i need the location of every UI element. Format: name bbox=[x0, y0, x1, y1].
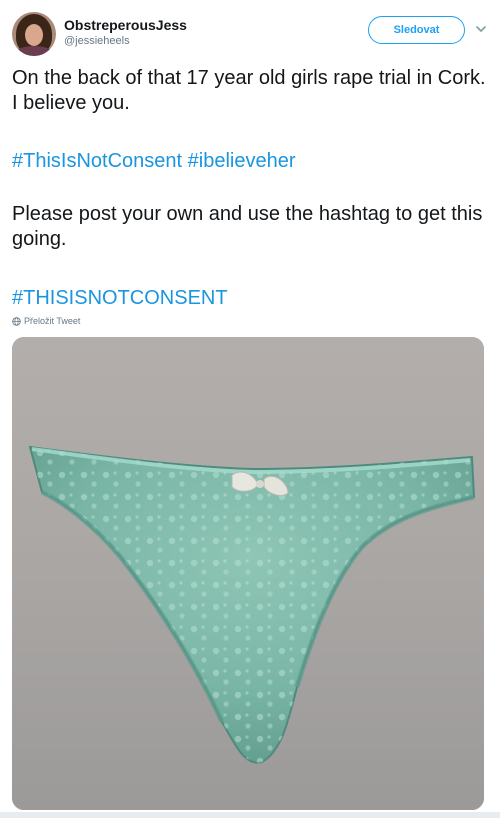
divider bbox=[0, 812, 500, 818]
translate-label[interactable]: Přeložit Tweet bbox=[24, 315, 80, 327]
user-handle[interactable]: @jessieheels bbox=[64, 34, 187, 48]
display-name[interactable]: ObstreperousJess bbox=[64, 16, 187, 34]
tweet-text-1: On the back of that 17 year old girls ra… bbox=[12, 67, 486, 114]
hashtag-2[interactable]: #THISISNOTCONSENT bbox=[12, 286, 228, 311]
tweet-media-photo[interactable] bbox=[12, 337, 484, 810]
tweet-header: ObstreperousJess @jessieheels Sledovat bbox=[12, 10, 488, 56]
tweet: ObstreperousJess @jessieheels Sledovat O… bbox=[0, 0, 500, 818]
tweet-text-2: Please post your own and use the hashtag… bbox=[12, 203, 483, 250]
globe-icon bbox=[12, 316, 21, 326]
translate-tweet-link[interactable]: Přeložit Tweet bbox=[12, 315, 80, 327]
chevron-down-icon[interactable] bbox=[474, 22, 488, 36]
photo-image bbox=[12, 337, 484, 810]
hashtags-1[interactable]: #ThisIsNotConsent #ibelieveher bbox=[12, 149, 296, 174]
follow-button[interactable]: Sledovat bbox=[368, 16, 465, 44]
user-names[interactable]: ObstreperousJess @jessieheels bbox=[64, 16, 187, 48]
avatar[interactable] bbox=[12, 12, 56, 56]
